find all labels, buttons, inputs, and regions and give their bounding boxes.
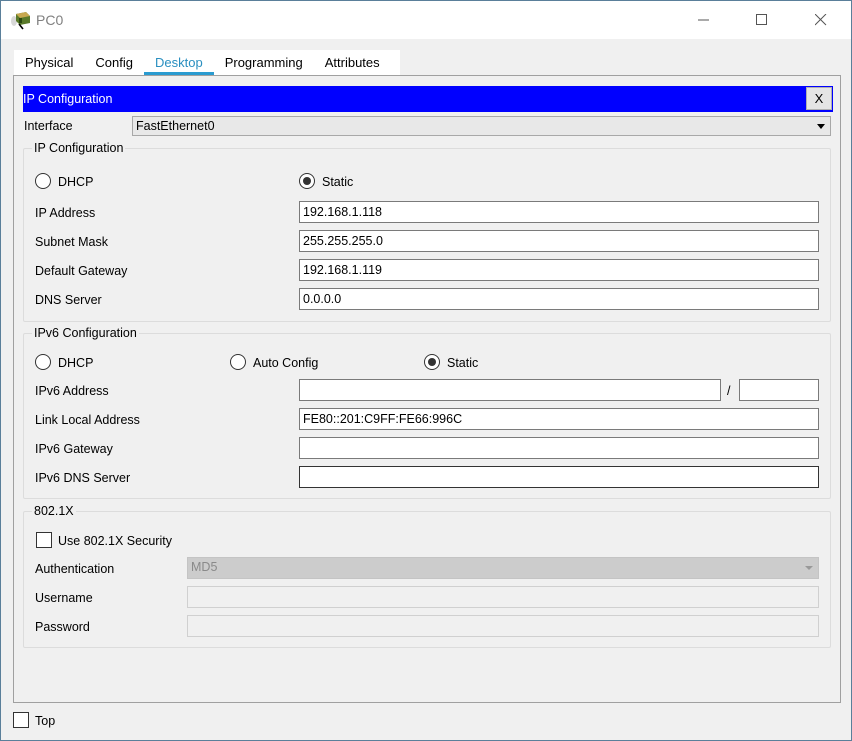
chevron-down-icon — [817, 124, 825, 129]
authentication-select[interactable]: MD5 — [187, 557, 819, 579]
maximize-button[interactable] — [739, 1, 785, 39]
window-title: PC0 — [36, 12, 64, 28]
prefix-separator: / — [727, 384, 731, 398]
maximize-icon — [756, 14, 767, 25]
ipv6-dhcp-radio[interactable] — [35, 354, 51, 370]
minimize-button[interactable] — [681, 1, 727, 39]
dot1x-group-title: 802.1X — [32, 504, 76, 518]
ipv4-static-radio[interactable] — [299, 173, 315, 189]
tab-desktop[interactable]: Desktop — [144, 50, 214, 75]
ip-address-label: IP Address — [35, 206, 96, 220]
ipv6-dhcp-label: DHCP — [58, 356, 94, 370]
ipv6-gateway-label: IPv6 Gateway — [35, 442, 113, 456]
username-label: Username — [35, 591, 93, 605]
interface-select[interactable]: FastEthernet0 — [132, 116, 831, 136]
interface-value: FastEthernet0 — [136, 119, 215, 133]
ipv6-prefix-input[interactable] — [739, 379, 819, 401]
top-checkbox[interactable] — [13, 712, 29, 728]
ipv6-auto-config-label: Auto Config — [253, 356, 319, 370]
link-local-address-input[interactable]: FE80::201:C9FF:FE66:996C — [299, 408, 819, 430]
use-8021x-security-label: Use 802.1X Security — [58, 534, 172, 548]
minimize-icon — [698, 19, 709, 21]
interface-label: Interface — [24, 119, 73, 133]
ipv4-dhcp-label: DHCP — [58, 175, 94, 189]
pc0-window: PC0 Physical Config Desktop Programming … — [0, 0, 852, 741]
ip-configuration-title: IP Configuration — [23, 92, 113, 106]
ipv6-dns-server-input[interactable] — [299, 466, 819, 488]
password-label: Password — [35, 620, 90, 634]
authentication-value: MD5 — [191, 560, 218, 574]
ipv6-auto-config-radio[interactable] — [230, 354, 246, 370]
ip-configuration-header: IP Configuration X — [23, 86, 833, 112]
ipv6-dns-server-label: IPv6 DNS Server — [35, 471, 131, 485]
default-gateway-label: Default Gateway — [35, 264, 128, 278]
ipv4-static-label: Static — [322, 175, 354, 189]
tab-attributes[interactable]: Attributes — [314, 50, 391, 75]
top-label: Top — [35, 714, 56, 728]
tab-programming[interactable]: Programming — [214, 50, 314, 75]
close-window-button[interactable] — [798, 1, 844, 39]
password-input[interactable] — [187, 615, 819, 637]
authentication-label: Authentication — [35, 562, 115, 576]
close-icon — [815, 14, 827, 26]
ipv6-address-input[interactable] — [299, 379, 721, 401]
title-bar: PC0 — [1, 1, 851, 39]
desktop-panel: IP Configuration X Interface FastEtherne… — [13, 75, 841, 703]
ipv6-static-radio[interactable] — [424, 354, 440, 370]
use-8021x-security-checkbox[interactable] — [36, 532, 52, 548]
username-input[interactable] — [187, 586, 819, 608]
subnet-mask-input[interactable]: 255.255.255.0 — [299, 230, 819, 252]
ipv6-group-title: IPv6 Configuration — [32, 326, 139, 340]
close-ip-configuration-button[interactable]: X — [806, 87, 832, 110]
link-local-address-label: Link Local Address — [35, 413, 140, 427]
ipv6-gateway-input[interactable] — [299, 437, 819, 459]
ipv4-dhcp-radio[interactable] — [35, 173, 51, 189]
ipv6-address-label: IPv6 Address — [35, 384, 109, 398]
ipv4-group-title: IP Configuration — [32, 141, 126, 155]
packet-tracer-pc-icon — [10, 10, 32, 30]
ipv6-static-label: Static — [447, 356, 479, 370]
dns-server-label: DNS Server — [35, 293, 102, 307]
subnet-mask-label: Subnet Mask — [35, 235, 108, 249]
tab-physical[interactable]: Physical — [14, 50, 84, 75]
default-gateway-input[interactable]: 192.168.1.119 — [299, 259, 819, 281]
dns-server-input[interactable]: 0.0.0.0 — [299, 288, 819, 310]
tab-bar: Physical Config Desktop Programming Attr… — [14, 50, 400, 75]
chevron-down-icon — [805, 566, 813, 570]
tab-config[interactable]: Config — [84, 50, 144, 75]
ip-address-input[interactable]: 192.168.1.118 — [299, 201, 819, 223]
